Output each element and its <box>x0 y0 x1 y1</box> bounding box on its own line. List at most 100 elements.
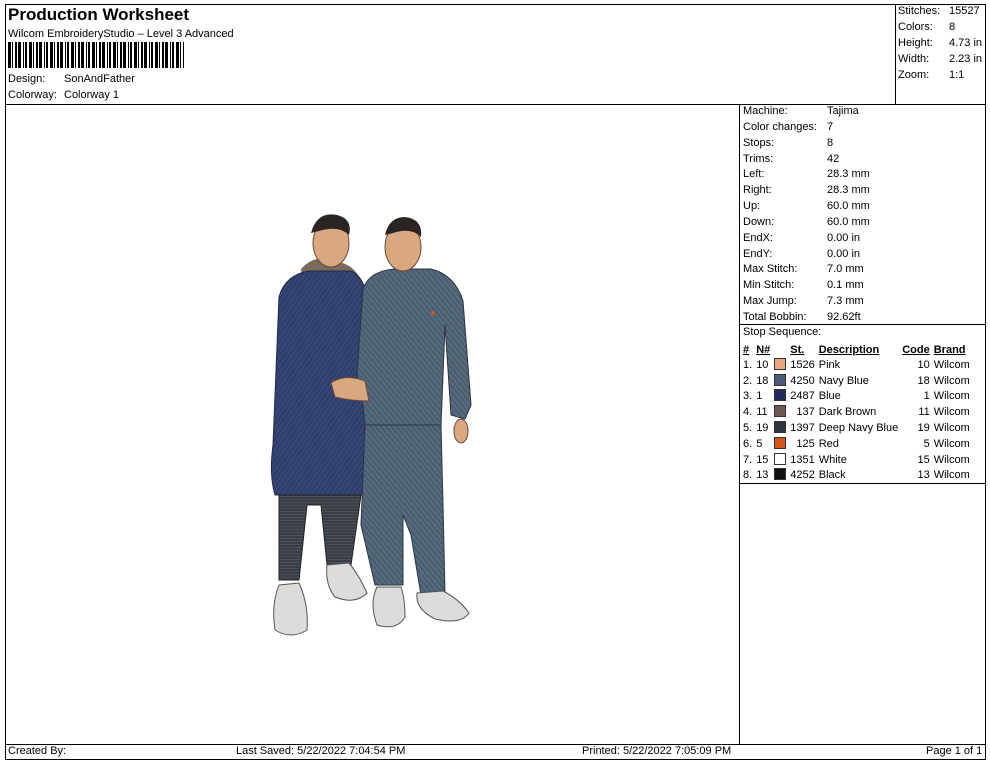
row-description: Blue <box>818 390 841 403</box>
row-stitches: 1351 <box>790 453 815 466</box>
row-brand: Wilcom <box>933 453 970 466</box>
stop-sequence-table: # N# St. Description Code Brand 1. 10 1526… <box>741 342 972 483</box>
info-down: Down: 60.0 mm <box>743 216 870 228</box>
row-brand: Wilcom <box>933 422 970 435</box>
row-num: 1. <box>743 358 753 371</box>
row-num: 2. <box>743 374 753 387</box>
color-swatch <box>774 468 787 481</box>
row-stitches: 2487 <box>790 390 815 403</box>
table-row: 5. 19 1397 Deep Navy Blue 19 Wilcom <box>741 420 972 436</box>
info-endy: EndY: 0.00 in <box>743 248 861 260</box>
row-needle: 10 <box>756 358 769 371</box>
row-needle: 18 <box>756 374 769 387</box>
row-swatch <box>772 357 788 373</box>
info-max-stitch: Max Stitch: 7.0 mm <box>743 263 864 275</box>
son-figure <box>270 214 370 636</box>
stat-value: 2.23 in <box>949 53 983 65</box>
stat-label: Stitches: <box>898 5 941 17</box>
row-needle: 19 <box>756 422 769 435</box>
stat-value: 15527 <box>949 5 980 17</box>
colorway-value: Colorway 1 <box>64 89 120 101</box>
color-swatch <box>774 373 787 386</box>
col-st: St. <box>790 343 805 356</box>
row-code: 19 <box>917 422 930 435</box>
stat-label: Zoom: <box>898 69 930 81</box>
col-code: Code <box>902 343 930 356</box>
color-swatch <box>774 357 787 370</box>
stat-label: Height: <box>898 37 933 49</box>
table-row: 7. 15 1351 White 15 Wilcom <box>741 452 972 468</box>
table-row: 6. 5 125 Red 5 Wilcom <box>741 436 972 452</box>
last-saved: Last Saved: 5/22/2022 7:04:54 PM <box>236 745 406 757</box>
table-header-row: # N# St. Description Code Brand <box>741 342 972 357</box>
stat-value: 4.73 in <box>949 37 983 49</box>
row-brand: Wilcom <box>933 437 970 450</box>
row-needle: 5 <box>756 437 763 450</box>
row-swatch <box>772 404 788 420</box>
color-swatch <box>774 452 787 465</box>
info-endx: EndX: 0.00 in <box>743 232 861 244</box>
info-color-changes: Color changes: 7 <box>743 121 834 133</box>
row-needle: 1 <box>756 390 763 403</box>
row-brand: Wilcom <box>933 406 970 419</box>
row-code: 11 <box>918 406 930 419</box>
row-description: White <box>818 453 847 466</box>
row-stitches: 1397 <box>790 422 815 435</box>
row-needle: 15 <box>756 453 769 466</box>
col-n: N# <box>756 343 771 356</box>
stat-value: 8 <box>949 21 956 33</box>
row-description: Pink <box>818 358 841 371</box>
row-brand: Wilcom <box>933 374 970 387</box>
info-max-jump: Max Jump: 7.3 mm <box>743 295 864 307</box>
row-num: 6. <box>743 437 753 450</box>
color-swatch <box>774 405 787 418</box>
row-num: 4. <box>743 406 753 419</box>
col-brand: Brand <box>933 343 966 356</box>
printed-date: Printed: 5/22/2022 7:05:09 PM <box>582 745 732 757</box>
design-value: SonAndFather <box>64 73 135 85</box>
frame-right <box>985 4 986 760</box>
row-code: 13 <box>917 469 930 482</box>
design-preview <box>270 214 472 636</box>
col-swatch <box>772 342 788 357</box>
row-description: Red <box>818 437 839 450</box>
row-description: Navy Blue <box>818 374 869 387</box>
stat-label: Width: <box>898 53 930 65</box>
frame-left <box>5 4 6 760</box>
col-num: # <box>743 343 750 356</box>
row-code: 10 <box>917 358 930 371</box>
design-row: Design: SonAndFather <box>8 73 135 85</box>
row-code: 5 <box>923 437 930 450</box>
barcode <box>8 42 184 68</box>
row-swatch <box>772 452 788 468</box>
row-description: Black <box>818 469 846 482</box>
row-description: Deep Navy Blue <box>818 422 899 435</box>
table-row: 4. 11 137 Dark Brown 11 Wilcom <box>741 404 972 420</box>
info-min-stitch: Min Stitch: 0.1 mm <box>743 279 864 291</box>
info-right: Right: 28.3 mm <box>743 184 870 196</box>
info-machine: Machine: Tajima <box>743 105 859 117</box>
frame-bottom <box>5 759 986 760</box>
table-row: 2. 18 4250 Navy Blue 18 Wilcom <box>741 373 972 389</box>
row-code: 18 <box>917 374 930 387</box>
row-stitches: 4252 <box>790 469 815 482</box>
row-num: 7. <box>743 453 753 466</box>
design-label: Design: <box>8 73 46 85</box>
info-left: Left: 28.3 mm <box>743 168 870 180</box>
row-swatch <box>772 468 788 484</box>
created-by: Created By: <box>8 745 67 757</box>
row-brand: Wilcom <box>933 469 970 482</box>
row-brand: Wilcom <box>933 390 970 403</box>
stats-divider <box>895 4 896 105</box>
software-name: Wilcom EmbroideryStudio – Level 3 Advanc… <box>8 28 234 40</box>
info-trims: Trims: 42 <box>743 153 840 165</box>
row-needle: 11 <box>756 406 768 419</box>
row-description: Dark Brown <box>818 406 877 419</box>
info-total-bobbin: Total Bobbin: 92.62ft <box>743 311 861 323</box>
table-row: 8. 13 4252 Black 13 Wilcom <box>741 468 972 484</box>
row-swatch <box>772 420 788 436</box>
row-num: 5. <box>743 422 753 435</box>
info-stops: Stops: 8 <box>743 137 834 149</box>
color-swatch <box>774 421 787 434</box>
row-num: 3. <box>743 390 753 403</box>
